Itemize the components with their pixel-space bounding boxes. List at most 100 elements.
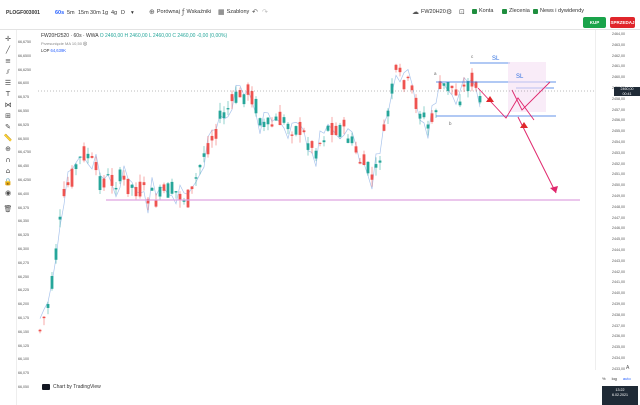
layout-icon[interactable]: ⊡ (459, 8, 465, 16)
candle-body (330, 122, 334, 135)
candle-body (430, 113, 434, 122)
candle-body (374, 164, 378, 168)
timeframe-5m[interactable]: 5m (67, 10, 75, 16)
candle-body (398, 67, 402, 73)
percent-scale-toggle[interactable]: % (602, 376, 606, 381)
compare-button[interactable]: ⊕ Porównaj (149, 8, 180, 16)
right-scale-tick: 2450,00 (612, 183, 625, 188)
brush-icon[interactable]: ✎ (3, 122, 13, 132)
orders-toggle[interactable]: Zlecenia (502, 8, 530, 14)
left-scale-tick: 66,6750 (18, 40, 31, 44)
log-scale-toggle[interactable]: log (612, 376, 617, 381)
candle-body (110, 174, 114, 186)
chevron-down-icon[interactable]: ▾ (131, 10, 134, 16)
right-scale-tick: 2447,00 (612, 215, 625, 220)
trash-icon[interactable]: 🗑 (3, 204, 13, 214)
candle-body (410, 85, 414, 91)
candle-body (134, 187, 138, 197)
right-scale-tick: 2436,00 (612, 334, 625, 339)
left-price-scale[interactable]: 66,6750 66,6500 66,6250 66,600 66,575 66,550 6… (16, 30, 38, 400)
lock-icon[interactable]: 🔒 (3, 177, 13, 187)
indicators-label: Wskaźniki (186, 9, 212, 15)
symbol-label[interactable]: PLOGF003001 (6, 10, 40, 16)
candle-body (106, 174, 110, 176)
point-b-label: b (449, 121, 452, 126)
candle-body (178, 193, 182, 201)
candle-body (318, 142, 322, 144)
redo-icon[interactable]: ↷ (262, 8, 268, 16)
candle-body (394, 64, 398, 70)
right-scale-tick: 2452,00 (612, 161, 625, 166)
timeframe-4g[interactable]: 4g (111, 10, 117, 16)
candle-body (222, 112, 226, 119)
price-chart[interactable] (38, 30, 594, 375)
pattern-icon[interactable]: ⋈ (3, 100, 13, 110)
indicators-button[interactable]: ƒ Wskaźniki (182, 8, 211, 16)
candle-body (66, 182, 70, 186)
timeframe-30m[interactable]: 30m (90, 10, 101, 16)
left-scale-tick: 66,525 (18, 122, 29, 127)
right-scale-tick: 2435,00 (612, 345, 625, 350)
candle-body (82, 146, 86, 161)
tradingview-attribution[interactable]: Chart by TradingView (42, 384, 101, 390)
candle-body (458, 101, 462, 106)
candle-body (190, 186, 194, 190)
left-scale-tick: 66,050 (18, 385, 29, 389)
right-scale-tick: 2438,00 (612, 312, 625, 317)
left-scale-tick: 66,550 (18, 109, 29, 113)
candle-body (334, 125, 338, 136)
candle-body (250, 91, 254, 105)
instrument-selector[interactable]: ☁ FW20H20 (412, 8, 446, 16)
candle-body (98, 176, 102, 191)
candle-body (126, 178, 130, 195)
crosshair-icon[interactable]: ✛ (3, 34, 13, 44)
text-icon[interactable]: T (3, 89, 13, 99)
candle-body (382, 124, 386, 131)
candle-body (466, 81, 470, 92)
zoom-in-icon[interactable]: ⊕ (3, 144, 13, 154)
magnet-icon[interactable]: ∩ (3, 155, 13, 165)
eye-icon[interactable]: ◉ (3, 188, 13, 198)
right-price-scale[interactable]: 2464,002463,002462,002461,002460,002459,… (595, 30, 640, 371)
instrument-label: FW20H20 (421, 9, 446, 15)
templates-button[interactable]: ▦ Szablony (218, 8, 249, 16)
timeframe-15m[interactable]: 15m (78, 10, 89, 16)
fib-icon[interactable]: ☰ (3, 78, 13, 88)
candle-body (406, 76, 410, 79)
account-toggle[interactable]: Konta (472, 8, 493, 14)
buy-button[interactable]: KUP (583, 17, 606, 28)
projection-icon[interactable]: ⊞ (3, 111, 13, 121)
candle-body (246, 84, 250, 95)
gear-icon[interactable]: ⚙ (446, 8, 452, 16)
right-scale-tick: 2440,00 (612, 291, 625, 296)
lock-draw-icon[interactable]: ⌂ (3, 166, 13, 176)
right-scale-tick: 2463,00 (612, 42, 625, 47)
lop-value: 64,639K (50, 48, 67, 53)
candle-body (438, 81, 442, 89)
lop-label: LOP (41, 48, 50, 53)
timeframe-1g[interactable]: 1g (102, 10, 108, 16)
trendline-icon[interactable]: ╱ (3, 45, 13, 55)
news-toggle[interactable]: News i dywidendy (533, 8, 584, 14)
candle-body (170, 181, 174, 194)
channel-icon[interactable]: ⫽ (3, 67, 13, 77)
right-scale-tick: 2434,00 (612, 356, 625, 360)
left-scale-tick: 66,350 (18, 219, 29, 224)
indicator-label: Przesunięcie MA 10,50 (41, 41, 82, 46)
eye-icon[interactable]: ◎ (83, 41, 87, 47)
hlines-icon[interactable]: ≡ (3, 56, 13, 66)
candle-body (78, 156, 82, 158)
timeframe-d[interactable]: D (121, 10, 125, 16)
right-scale-tick: 2441,00 (612, 280, 625, 285)
undo-icon[interactable]: ↶ (252, 8, 258, 16)
tradingview-logo-icon (42, 384, 50, 390)
sell-button[interactable]: SPRZEDAJ (610, 17, 635, 28)
checkbox-icon (533, 8, 538, 14)
ruler-icon[interactable]: 📏 (3, 133, 13, 143)
collapse-button[interactable]: A (626, 365, 629, 371)
candle-body (94, 162, 98, 171)
left-scale-tick: 66,6250 (18, 67, 31, 72)
auto-scale-toggle[interactable]: auto (623, 376, 631, 381)
indicator-legend[interactable]: Przesunięcie MA 10,50 ◎ (41, 41, 87, 47)
timeframe-60s[interactable]: 60s (55, 10, 64, 16)
